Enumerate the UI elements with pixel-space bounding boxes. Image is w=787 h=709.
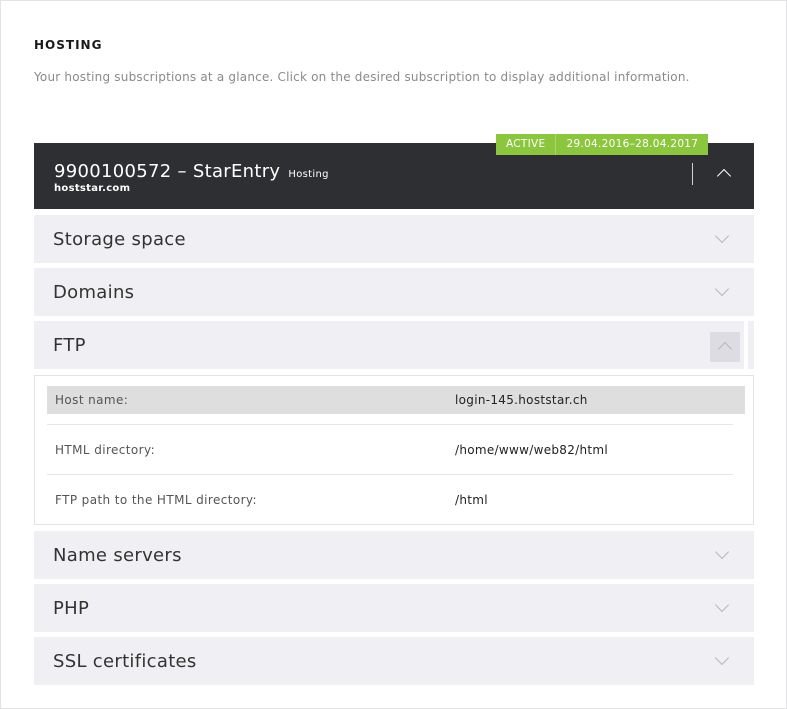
- ftp-details-panel: Host name: login-145.hoststar.ch HTML di…: [34, 375, 754, 525]
- section-php[interactable]: PHP: [34, 584, 754, 632]
- detail-label: Host name:: [55, 393, 129, 407]
- detail-row: FTP path to the HTML directory: /html: [47, 486, 745, 514]
- chevron-up-icon: [717, 341, 733, 357]
- subscription-type: Hosting: [288, 169, 329, 180]
- section-label: SSL certificates: [53, 651, 197, 672]
- chevron-down-icon[interactable]: [714, 228, 730, 244]
- page-title: HOSTING: [34, 38, 103, 52]
- collapse-button[interactable]: [710, 332, 740, 362]
- section-storage-space[interactable]: Storage space: [34, 215, 754, 263]
- status-badge: ACTIVE: [496, 134, 557, 155]
- section-ssl-certificates[interactable]: SSL certificates: [34, 637, 754, 685]
- header-divider: [692, 163, 693, 185]
- chevron-down-icon[interactable]: [714, 650, 730, 666]
- section-label: Name servers: [53, 545, 182, 566]
- detail-label: FTP path to the HTML directory:: [55, 493, 257, 507]
- subscription-domain: hoststar.com: [54, 183, 131, 194]
- detail-row: HTML directory: /home/www/web82/html: [47, 436, 745, 464]
- chevron-down-icon[interactable]: [714, 544, 730, 560]
- chevron-up-icon[interactable]: [716, 168, 732, 184]
- section-label: Domains: [53, 282, 135, 303]
- page-intro: Your hosting subscriptions at a glance. …: [34, 70, 690, 84]
- chevron-down-icon[interactable]: [714, 597, 730, 613]
- period-badge: 29.04.2016–28.04.2017: [556, 134, 709, 155]
- detail-value: /html: [455, 493, 488, 507]
- section-label: PHP: [53, 598, 90, 619]
- row-divider: [47, 474, 733, 475]
- subscription-title: 9900100572 – StarEntry: [54, 161, 281, 182]
- detail-row: Host name: login-145.hoststar.ch: [47, 386, 745, 414]
- detail-label: HTML directory:: [55, 443, 156, 457]
- section-ftp[interactable]: FTP: [34, 321, 754, 369]
- subscription-badges: ACTIVE 29.04.2016–28.04.2017: [496, 134, 709, 155]
- row-divider: [47, 424, 733, 425]
- detail-value: /home/www/web82/html: [455, 443, 609, 457]
- section-name-servers[interactable]: Name servers: [34, 531, 754, 579]
- section-label: FTP: [53, 335, 86, 356]
- section-domains[interactable]: Domains: [34, 268, 754, 316]
- subscription-title-line: 9900100572 – StarEntry Hosting: [54, 161, 329, 182]
- section-label: Storage space: [53, 229, 186, 250]
- chevron-down-icon[interactable]: [714, 281, 730, 297]
- scrollbar[interactable]: [744, 321, 748, 369]
- detail-value: login-145.hoststar.ch: [455, 393, 588, 407]
